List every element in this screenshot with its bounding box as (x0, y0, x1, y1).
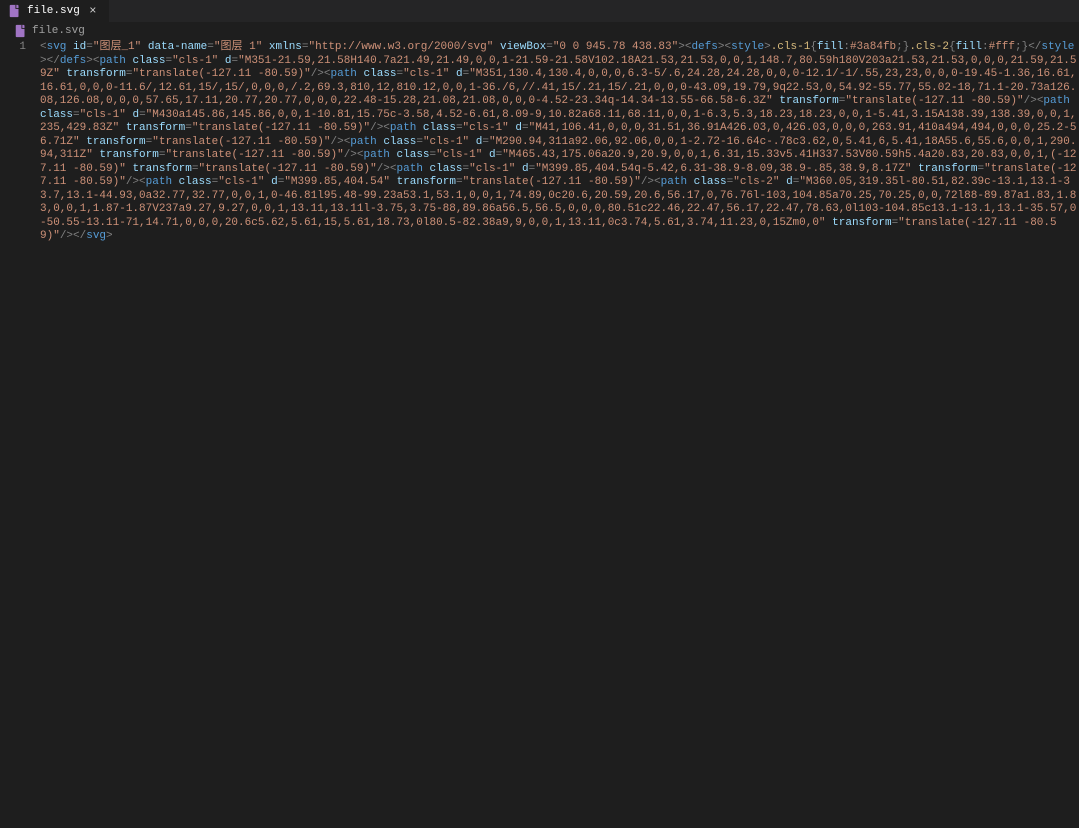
svg-file-icon (8, 4, 22, 18)
svg-file-icon (14, 24, 28, 38)
breadcrumb: file.svg (0, 22, 1079, 40)
tab-label: file.svg (27, 5, 80, 17)
code-area[interactable]: <svg id="图层_1" data-name="图层 1" xmlns="h… (40, 40, 1079, 828)
tab-bar: file.svg × (0, 0, 1079, 22)
breadcrumb-label[interactable]: file.svg (32, 25, 85, 37)
close-icon[interactable]: × (85, 3, 101, 19)
editor: 1 <svg id="图层_1" data-name="图层 1" xmlns=… (0, 40, 1079, 828)
line-number: 1 (0, 41, 26, 55)
line-gutter: 1 (0, 40, 40, 828)
tab-file-svg[interactable]: file.svg × (0, 0, 110, 22)
